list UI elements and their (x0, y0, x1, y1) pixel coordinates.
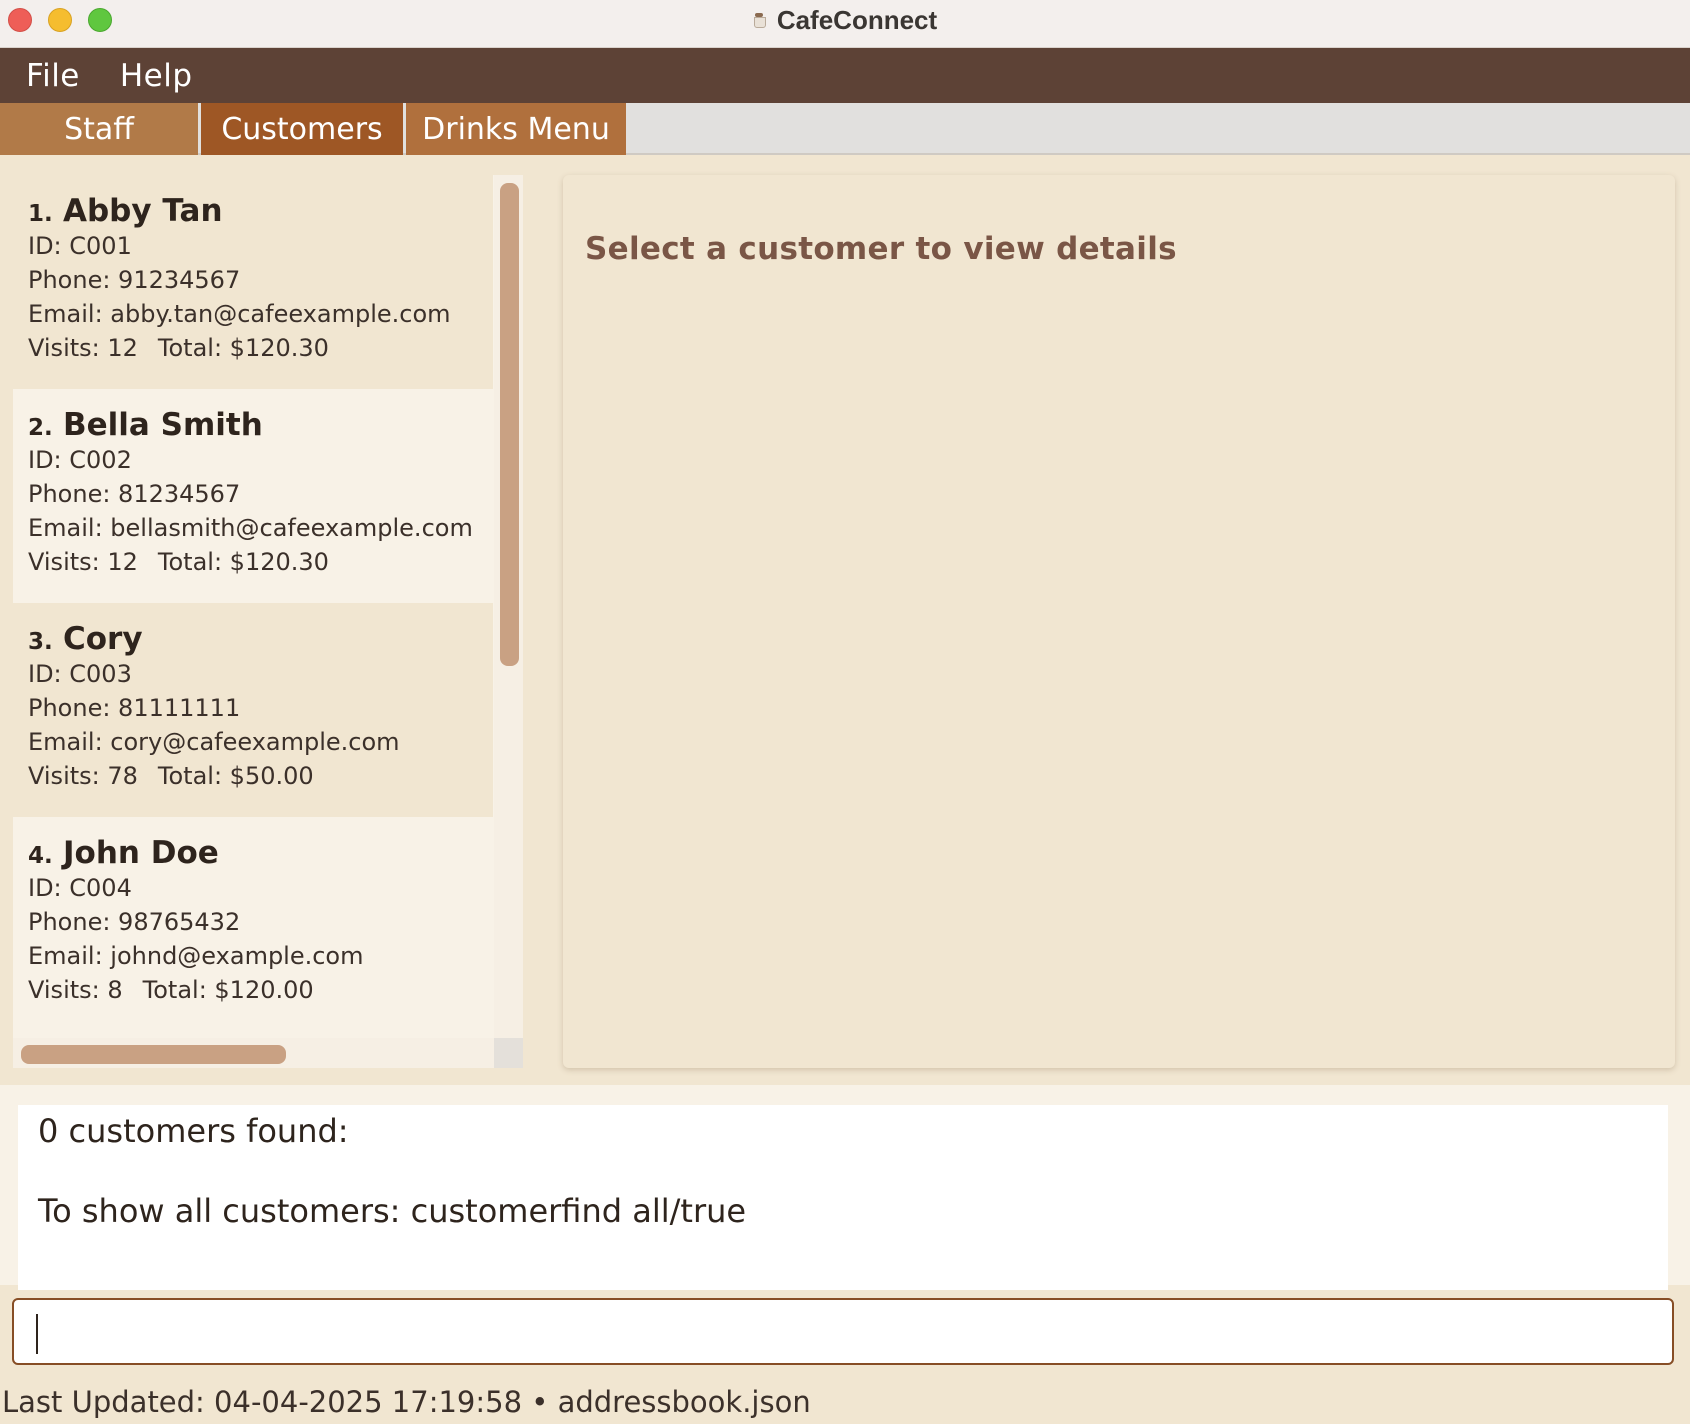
customer-list[interactable]: 1. Abby Tan ID: C001 Phone: 91234567 Ema… (13, 175, 523, 1068)
customer-visits: Visits: 8 (28, 976, 123, 1004)
customer-card-header: 3. Cory (28, 621, 493, 657)
customer-total: Total: $120.30 (157, 334, 329, 362)
horizontal-scroll-thumb[interactable] (21, 1045, 286, 1064)
customer-total: Total: $50.00 (157, 762, 314, 790)
customer-phone: Phone: 81234567 (28, 480, 241, 508)
tab-bar: Staff Customers Drinks Menu (0, 103, 1690, 155)
customer-index: 2. (28, 415, 53, 441)
customer-id: ID: C001 (28, 232, 132, 260)
customer-total: Total: $120.00 (142, 976, 314, 1004)
result-message: 0 customers found: (38, 1112, 349, 1150)
window-title: CafeConnect (776, 4, 938, 35)
customer-index: 3. (28, 629, 53, 655)
customer-id: ID: C004 (28, 874, 132, 902)
customer-email: Email: johnd@example.com (28, 942, 364, 970)
horizontal-scrollbar[interactable] (13, 1038, 494, 1068)
tab-staff[interactable]: Staff (0, 103, 198, 155)
customer-card[interactable]: 2. Bella Smith ID: C002 Phone: 81234567 … (13, 389, 493, 603)
tab-drinks-menu[interactable]: Drinks Menu (406, 103, 626, 155)
menu-file[interactable]: File (26, 58, 80, 94)
customer-name: Cory (63, 621, 143, 657)
menu-bar: File Help (0, 48, 1690, 103)
customer-stats: Visits: 8 Total: $120.00 (28, 973, 493, 1007)
scrollbar-corner (494, 1038, 523, 1068)
vertical-scrollbar[interactable] (494, 175, 523, 1038)
tab-customers[interactable]: Customers (201, 103, 403, 155)
customer-card-header: 1. Abby Tan (28, 193, 493, 229)
customer-name: Bella Smith (63, 407, 263, 443)
customer-phone: Phone: 91234567 (28, 266, 241, 294)
customer-card[interactable]: 3. Cory ID: C003 Phone: 81111111 Email: … (13, 603, 493, 817)
status-bar: Last Updated: 04-04-2025 17:19:58 • addr… (0, 1380, 1690, 1424)
customer-email: Email: bellasmith@cafeexample.com (28, 514, 473, 542)
customer-visits: Visits: 78 (28, 762, 138, 790)
menu-help[interactable]: Help (120, 58, 193, 94)
customer-id: ID: C002 (28, 446, 132, 474)
customer-id: ID: C003 (28, 660, 132, 688)
text-cursor (36, 1314, 38, 1354)
customer-name: Abby Tan (63, 193, 223, 229)
customer-visits: Visits: 12 (28, 334, 138, 362)
customer-card-header: 2. Bella Smith (28, 407, 493, 443)
customer-phone: Phone: 98765432 (28, 908, 241, 936)
customer-email: Email: abby.tan@cafeexample.com (28, 300, 451, 328)
result-display-area: 0 customers found: To show all customers… (0, 1085, 1690, 1290)
command-box[interactable] (12, 1298, 1674, 1365)
customer-index: 4. (28, 843, 53, 869)
customer-card-header: 4. John Doe (28, 835, 493, 871)
result-hint: To show all customers: customerfind all/… (38, 1192, 747, 1230)
vertical-scroll-thumb[interactable] (500, 183, 519, 666)
title-bar: CafeConnect (0, 0, 1690, 48)
command-input[interactable] (14, 1300, 1672, 1363)
coffee-cup-icon (753, 13, 767, 28)
customer-details-panel: Select a customer to view details (563, 175, 1675, 1068)
customer-card[interactable]: 4. John Doe ID: C004 Phone: 98765432 Ema… (13, 817, 493, 1031)
customer-stats: Visits: 78 Total: $50.00 (28, 759, 493, 793)
customer-visits: Visits: 12 (28, 548, 138, 576)
customer-stats: Visits: 12 Total: $120.30 (28, 545, 493, 579)
customer-total: Total: $120.30 (157, 548, 329, 576)
window-title-group: CafeConnect (0, 0, 1690, 40)
result-display[interactable]: 0 customers found: To show all customers… (18, 1105, 1668, 1290)
customer-email: Email: cory@cafeexample.com (28, 728, 400, 756)
customer-phone: Phone: 81111111 (28, 694, 241, 722)
customer-name: John Doe (63, 835, 219, 871)
customer-card[interactable]: 1. Abby Tan ID: C001 Phone: 91234567 Ema… (13, 175, 493, 389)
customer-index: 1. (28, 201, 53, 227)
customer-stats: Visits: 12 Total: $120.30 (28, 331, 493, 365)
details-placeholder-text: Select a customer to view details (585, 231, 1177, 267)
